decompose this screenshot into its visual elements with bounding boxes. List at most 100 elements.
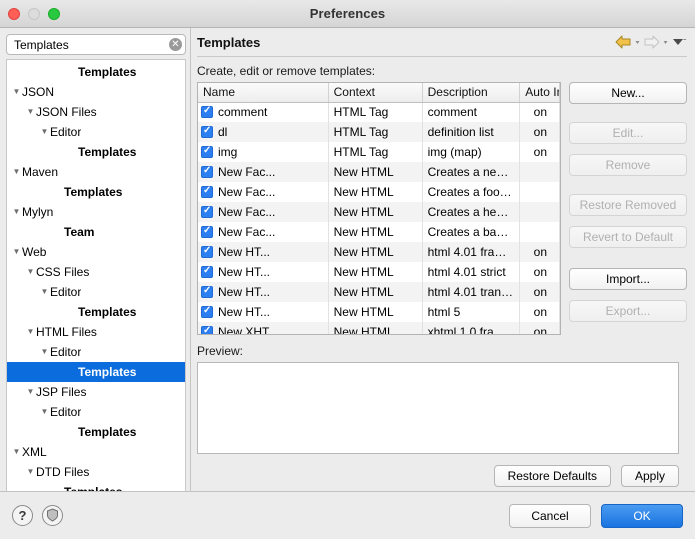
view-menu-icon[interactable]: [671, 36, 687, 48]
back-arrow-icon[interactable]: [615, 35, 632, 49]
minimize-window-button[interactable]: [28, 8, 40, 20]
tree-item[interactable]: ▼ HTML Files: [7, 322, 185, 342]
back-dropdown-chevron-down-icon[interactable]: [634, 36, 641, 48]
expander-triangle-icon[interactable]: ▼: [11, 202, 22, 222]
expander-triangle-icon[interactable]: ▼: [39, 342, 50, 362]
tree-item[interactable]: Templates: [7, 142, 185, 162]
tree-item[interactable]: ▼ JSP Files: [7, 382, 185, 402]
tree-item[interactable]: Templates: [7, 182, 185, 202]
maximize-window-button[interactable]: [48, 8, 60, 20]
window-titlebar: Preferences: [0, 0, 695, 28]
expander-triangle-icon[interactable]: ▼: [25, 322, 36, 342]
expander-triangle-icon[interactable]: ▼: [11, 242, 22, 262]
cell-name: New Fac...: [198, 162, 329, 182]
cell-auto-insert: on: [519, 142, 560, 162]
tree-item[interactable]: ▼ Editor: [7, 342, 185, 362]
table-row[interactable]: New Fac... New HTMLCreates a header...: [198, 202, 560, 222]
expander-triangle-icon[interactable]: ▼: [39, 122, 50, 142]
window-title: Preferences: [309, 6, 386, 21]
restore-removed-button[interactable]: Restore Removed: [569, 194, 687, 216]
tree-item[interactable]: ▼ CSS Files: [7, 262, 185, 282]
tree-item[interactable]: ▼ Mylyn: [7, 202, 185, 222]
preferences-tree-scroll[interactable]: Templates ▼ JSON ▼ JSON Files ▼ Editor Template…: [6, 59, 186, 491]
column-header-description[interactable]: Description: [422, 83, 521, 103]
tree-item[interactable]: Templates: [7, 422, 185, 442]
import-button[interactable]: Import...: [569, 268, 687, 290]
row-checkbox[interactable]: [201, 185, 213, 198]
tree-item[interactable]: ▼ Web: [7, 242, 185, 262]
table-body: commentHTML TagcommentondlHTML Tagdefini…: [198, 102, 560, 334]
cancel-button[interactable]: Cancel: [509, 503, 591, 528]
remove-button[interactable]: Remove: [569, 154, 687, 176]
tree-item-label: Editor: [50, 345, 82, 359]
table-row[interactable]: New Fac... New HTMLCreates a new Fa...: [198, 162, 560, 182]
column-header-context[interactable]: Context: [328, 83, 423, 103]
forward-dropdown-chevron-down-icon[interactable]: [662, 36, 669, 48]
cell-name: New HT...: [198, 302, 329, 322]
row-checkbox[interactable]: [201, 245, 213, 258]
row-checkbox[interactable]: [201, 305, 213, 318]
table-row[interactable]: commentHTML Tagcommenton: [198, 102, 560, 122]
row-checkbox[interactable]: [201, 125, 213, 138]
filter-text-input[interactable]: [6, 34, 186, 55]
tree-item[interactable]: ▼ JSON Files: [7, 102, 185, 122]
table-row[interactable]: New HT... New HTMLhtml 5on: [198, 302, 560, 322]
table-row[interactable]: New XHT... New HTMLxhtml 1.0 frameseton: [198, 322, 560, 334]
table-row[interactable]: img HTML Tagimg (map)on: [198, 142, 560, 162]
shield-icon[interactable]: [42, 505, 63, 526]
cell-name: New HT...: [198, 242, 329, 262]
table-row[interactable]: dl HTML Tagdefinition liston: [198, 122, 560, 142]
tree-item[interactable]: ▼ Editor: [7, 402, 185, 422]
tree-item[interactable]: Templates: [7, 482, 185, 491]
templates-table-wrapper[interactable]: Name Context Description Auto Ins commen…: [197, 82, 561, 335]
new-button[interactable]: New...: [569, 82, 687, 104]
export-button[interactable]: Export...: [569, 300, 687, 322]
restore-defaults-button[interactable]: Restore Defaults: [493, 465, 611, 487]
row-checkbox[interactable]: [201, 105, 213, 119]
row-checkbox[interactable]: [201, 325, 213, 334]
expander-triangle-icon[interactable]: ▼: [11, 442, 22, 462]
apply-button[interactable]: Apply: [620, 465, 679, 487]
edit-button[interactable]: Edit...: [569, 122, 687, 144]
tree-item[interactable]: Templates: [7, 362, 185, 382]
tree-item[interactable]: ▼ Editor: [7, 282, 185, 302]
tree-item[interactable]: ▼ XML: [7, 442, 185, 462]
row-checkbox[interactable]: [201, 225, 213, 238]
revert-to-default-button[interactable]: Revert to Default: [569, 226, 687, 248]
help-icon[interactable]: ?: [12, 505, 33, 526]
expander-triangle-icon[interactable]: ▼: [11, 82, 22, 102]
tree-item[interactable]: Team: [7, 222, 185, 242]
footer-buttons: Cancel OK: [509, 503, 683, 528]
table-row[interactable]: New Fac... New HTMLCreates a basic...: [198, 222, 560, 242]
close-window-button[interactable]: [8, 8, 20, 20]
tree-item[interactable]: ▼ DTD Files: [7, 462, 185, 482]
clear-icon[interactable]: ✕: [169, 38, 182, 51]
column-header-auto-insert[interactable]: Auto Ins: [519, 83, 560, 103]
expander-triangle-icon[interactable]: ▼: [25, 102, 36, 122]
tree-item[interactable]: Templates: [7, 62, 185, 82]
expander-triangle-icon[interactable]: ▼: [25, 382, 36, 402]
tree-item[interactable]: ▼ Editor: [7, 122, 185, 142]
column-header-name[interactable]: Name: [198, 83, 329, 103]
row-checkbox[interactable]: [201, 145, 213, 158]
tree-item[interactable]: ▼ Maven: [7, 162, 185, 182]
expander-triangle-icon[interactable]: ▼: [39, 282, 50, 302]
tree-item[interactable]: Templates: [7, 302, 185, 322]
table-row[interactable]: New HT... New HTMLhtml 4.01 transit...on: [198, 282, 560, 302]
ok-button[interactable]: OK: [601, 503, 683, 528]
row-checkbox[interactable]: [201, 205, 213, 218]
expander-triangle-icon[interactable]: ▼: [25, 262, 36, 282]
forward-arrow-icon[interactable]: [643, 35, 660, 49]
cell-name-label: New HT...: [218, 305, 271, 319]
row-checkbox[interactable]: [201, 165, 213, 178]
cell-auto-insert: on: [519, 242, 560, 262]
expander-triangle-icon[interactable]: ▼: [25, 462, 36, 482]
row-checkbox[interactable]: [201, 285, 213, 298]
table-row[interactable]: New HT... New HTMLhtml 4.01 frameseton: [198, 242, 560, 262]
table-row[interactable]: New HT... New HTMLhtml 4.01 stricton: [198, 262, 560, 282]
row-checkbox[interactable]: [201, 265, 213, 278]
table-row[interactable]: New Fac... New HTMLCreates a footer...: [198, 182, 560, 202]
tree-item[interactable]: ▼ JSON: [7, 82, 185, 102]
expander-triangle-icon[interactable]: ▼: [11, 162, 22, 182]
expander-triangle-icon[interactable]: ▼: [39, 402, 50, 422]
